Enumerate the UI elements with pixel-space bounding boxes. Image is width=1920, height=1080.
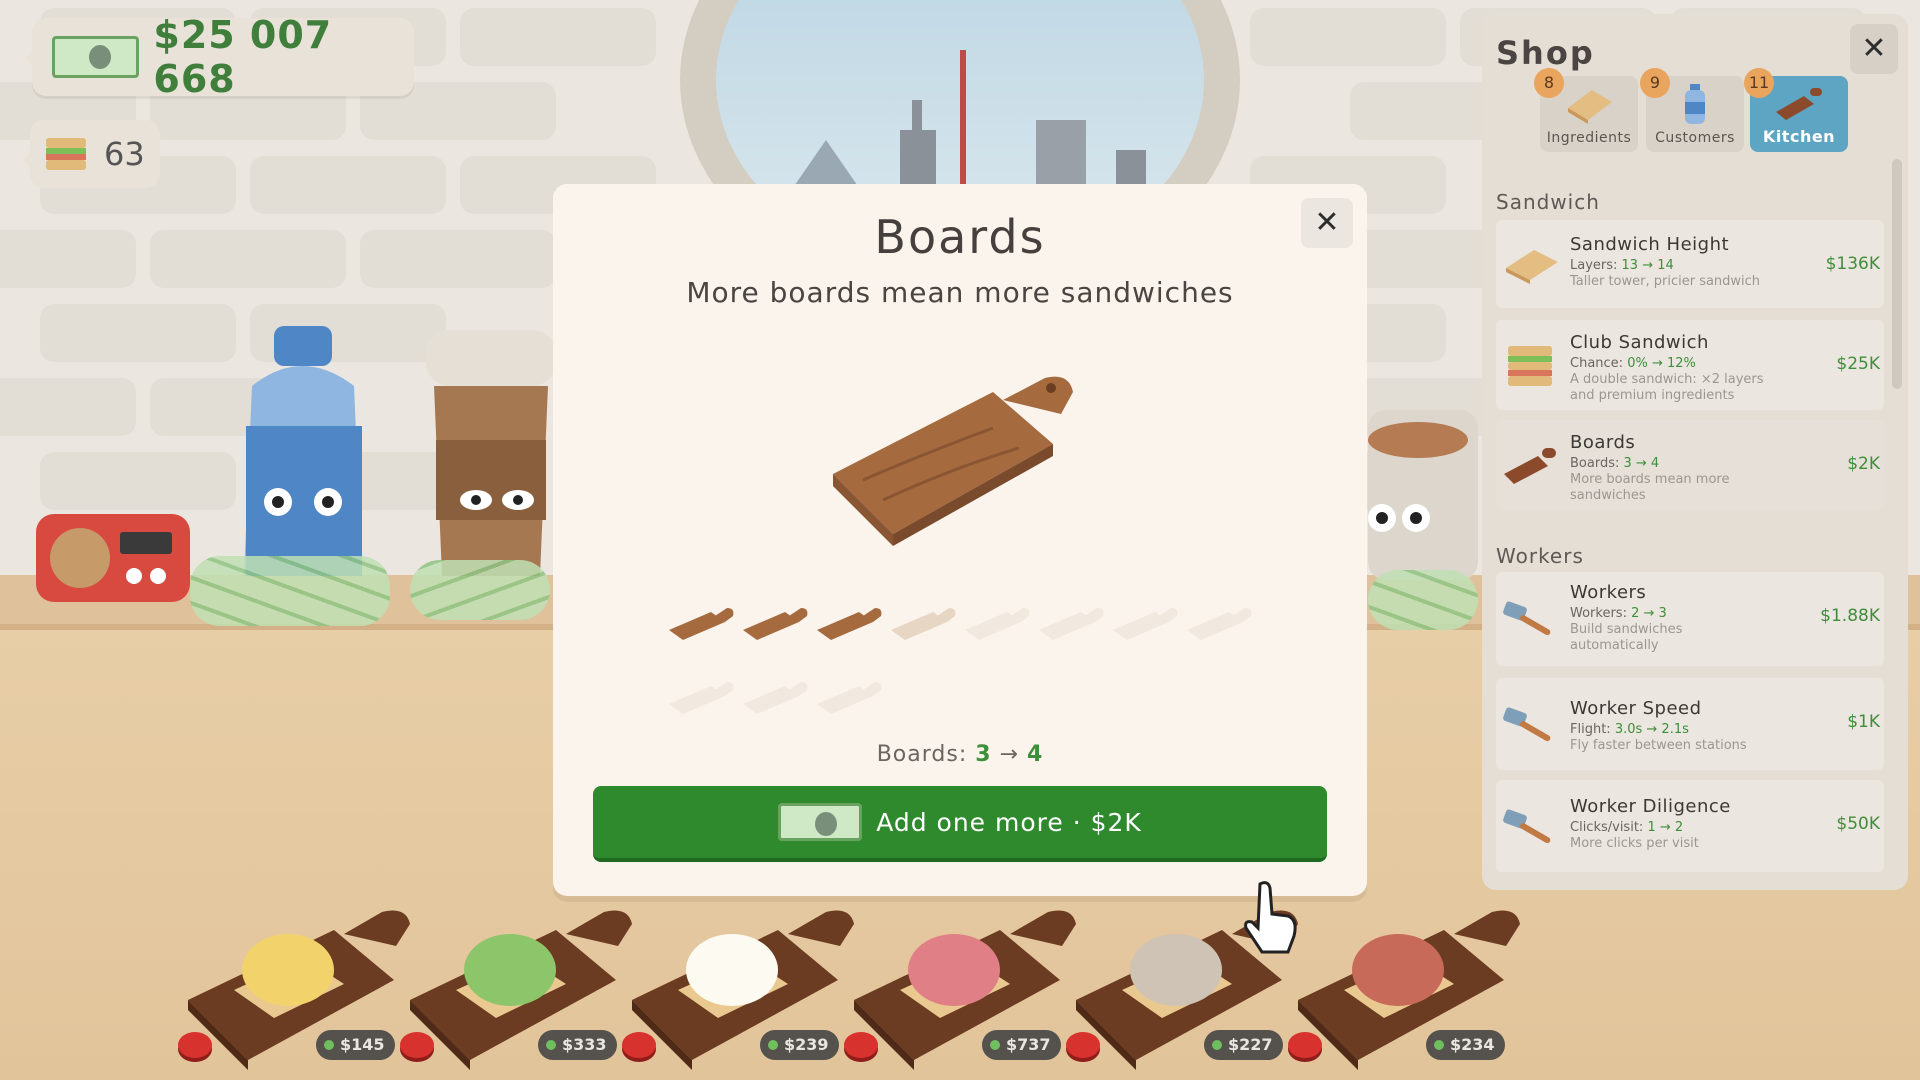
tab-kitchen[interactable]: 11 Kitchen <box>1744 68 1848 152</box>
shop-item-boards[interactable]: Boards Boards: 3 → 4 More boards mean mo… <box>1496 420 1884 510</box>
item-stat: Flight: 3.0s → 2.1s <box>1570 722 1689 737</box>
hand-cursor-icon <box>1244 881 1297 954</box>
money-pile-right <box>1368 570 1478 630</box>
board-slot-empty <box>965 608 1030 640</box>
tab-customers[interactable]: 9 Customers <box>1640 68 1744 152</box>
money-value: $25 007 668 <box>153 13 333 101</box>
item-price: $1K <box>1847 712 1880 732</box>
water-bottle-character <box>232 326 374 576</box>
spatula-icon <box>1503 707 1551 742</box>
sell-button[interactable] <box>622 1032 656 1058</box>
item-price: $1.88K <box>1820 606 1880 626</box>
boards-upgrade-modal: ✕ Boards More boards mean more sandwiche… <box>553 184 1367 896</box>
sell-button[interactable] <box>1066 1032 1100 1058</box>
item-description: Build sandwiches automatically <box>1570 622 1683 653</box>
section-label-sandwich: Sandwich <box>1496 190 1600 214</box>
modal-subtitle: More boards mean more sandwiches <box>686 276 1234 309</box>
shop-title: Shop <box>1496 34 1595 72</box>
item-name: Workers <box>1570 582 1647 603</box>
cutting-board-icon <box>1504 448 1556 484</box>
item-price: $25K <box>1836 354 1880 374</box>
board-slot-empty <box>1187 608 1252 640</box>
station-price-tag: $737 <box>982 1030 1061 1060</box>
pot-character <box>1368 410 1478 580</box>
sandwich-icon <box>46 138 86 170</box>
board-slot-empty <box>743 682 808 714</box>
sell-button[interactable] <box>1288 1032 1322 1058</box>
board-slot-next <box>891 608 956 640</box>
cutting-board-icon <box>1776 88 1822 120</box>
shop-item-worker-speed[interactable]: Worker Speed Flight: 3.0s → 2.1s Fly fas… <box>1496 678 1884 770</box>
water-bottle-icon <box>1685 84 1705 124</box>
item-name: Club Sandwich <box>1570 332 1709 353</box>
item-description: More boards mean more sandwiches <box>1570 472 1730 503</box>
item-stat: Clicks/visit: 1 → 2 <box>1570 820 1684 835</box>
add-board-button[interactable]: Add one more · $2K <box>593 786 1327 862</box>
tab-badge: 8 <box>1534 68 1564 98</box>
money-pile-middle <box>410 560 550 620</box>
board-slot-owned <box>669 608 734 640</box>
shop-item-sandwich-height[interactable]: Sandwich Height Layers: 13 → 14 Taller t… <box>1496 220 1884 308</box>
bread-slice-icon <box>1506 250 1558 284</box>
item-name: Worker Speed <box>1570 698 1702 719</box>
tab-label: Ingredients <box>1546 130 1632 146</box>
board-slot-empty <box>1039 608 1104 640</box>
shop-item-club-sandwich[interactable]: Club Sandwich Chance: 0% → 12% A double … <box>1496 320 1884 410</box>
tab-label: Kitchen <box>1762 127 1836 146</box>
club-sandwich-icon <box>1508 346 1552 386</box>
boards-stat-line: Boards: 3 → 4 <box>876 742 1044 767</box>
shop-panel: Shop ✕ 8 Ingredients 9 Customers 11 Kitc… <box>1482 14 1908 890</box>
sell-button[interactable] <box>400 1032 434 1058</box>
station-price-tag: $227 <box>1204 1030 1283 1060</box>
shop-close-button[interactable]: ✕ <box>1850 24 1898 74</box>
item-stat: Workers: 2 → 3 <box>1570 606 1667 621</box>
sandwich-counter: 63 <box>24 120 160 188</box>
tab-badge: 11 <box>1744 68 1774 98</box>
item-description: A double sandwich: ×2 layers and premium… <box>1570 372 1764 403</box>
item-description: More clicks per visit <box>1570 836 1699 851</box>
tab-ingredients[interactable]: 8 Ingredients <box>1534 68 1638 152</box>
item-stat: Chance: 0% → 12% <box>1570 356 1696 371</box>
item-stat: Layers: 13 → 14 <box>1570 258 1674 273</box>
cash-bill-icon <box>52 36 140 78</box>
cash-bill-icon <box>778 803 863 841</box>
item-price: $136K <box>1825 254 1880 274</box>
spatula-icon <box>1503 809 1551 844</box>
radio-decoration <box>34 510 194 606</box>
shop-item-worker-diligence[interactable]: Worker Diligence Clicks/visit: 1 → 2 Mor… <box>1496 780 1884 872</box>
tab-badge: 9 <box>1640 68 1670 98</box>
money-counter: $25 007 668 <box>26 13 414 101</box>
board-slot-empty <box>669 682 734 714</box>
shop-scrollbar[interactable] <box>1892 159 1902 389</box>
sandwich-count-value: 63 <box>104 135 145 173</box>
station-price-tag: $239 <box>760 1030 839 1060</box>
item-description: Taller tower, pricier sandwich <box>1570 274 1761 289</box>
section-label-workers: Workers <box>1496 544 1584 568</box>
sell-button[interactable] <box>844 1032 878 1058</box>
spatula-icon <box>1503 601 1551 636</box>
board-slot-empty <box>817 682 882 714</box>
board-slot-owned <box>817 608 882 640</box>
add-board-label: Add one more · $2K <box>876 807 1142 837</box>
board-slot-owned <box>743 608 808 640</box>
modal-title: Boards <box>874 210 1046 264</box>
station-price-tag: $333 <box>538 1030 617 1060</box>
shop-item-workers[interactable]: Workers Workers: 2 → 3 Build sandwiches … <box>1496 572 1884 666</box>
item-name: Boards <box>1570 432 1636 453</box>
cutting-board-illustration <box>833 376 1073 546</box>
item-price: $2K <box>1847 454 1880 474</box>
item-stat: Boards: 3 → 4 <box>1570 456 1660 471</box>
item-name: Worker Diligence <box>1570 796 1731 817</box>
coffee-cup-character <box>426 330 556 576</box>
station-price-tag: $145 <box>316 1030 395 1060</box>
money-pile-left <box>190 556 390 626</box>
bread-slice-icon <box>1568 90 1612 124</box>
sell-button[interactable] <box>178 1032 212 1058</box>
board-slot-empty <box>1113 608 1178 640</box>
station-price-tag: $234 <box>1426 1030 1505 1060</box>
item-name: Sandwich Height <box>1570 234 1730 255</box>
item-price: $50K <box>1836 814 1880 834</box>
item-description: Fly faster between stations <box>1570 738 1747 753</box>
tab-label: Customers <box>1655 130 1735 146</box>
